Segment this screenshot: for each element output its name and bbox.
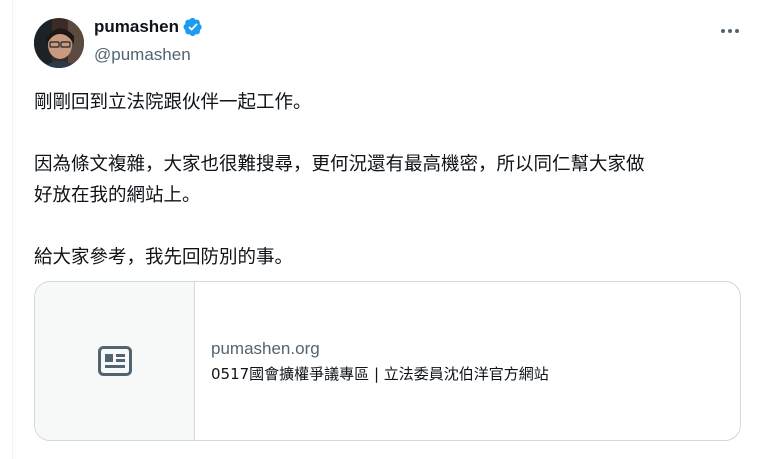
avatar[interactable] [34,18,84,68]
tweet-paragraph-2-line-2: 好放在我的網站上。 [34,185,201,206]
tweet-card: pumashen @pumashen 剛剛回到立法院跟伙伴一起工作。 因為條文複… [12,0,768,459]
link-card-thumbnail [35,282,195,440]
avatar-image [34,18,84,68]
tweet-paragraph-1: 剛剛回到立法院跟伙伴一起工作。 [34,92,312,113]
author-row: pumashen [94,17,203,37]
author-display-name[interactable]: pumashen [94,17,179,37]
verified-badge-icon[interactable] [183,17,203,37]
link-card-domain: pumashen.org [211,339,320,358]
link-card-body: pumashen.org 0517國會擴權爭議專區 | 立法委員沈伯洋官方網站 [195,282,740,440]
author-handle[interactable]: @pumashen [94,45,191,65]
more-options-button[interactable] [713,16,747,46]
link-preview-card[interactable]: pumashen.org 0517國會擴權爭議專區 | 立法委員沈伯洋官方網站 [34,281,741,441]
tweet-paragraph-2-line-1: 因為條文複雜，大家也很難搜尋，更何況還有最高機密，所以同仁幫大家做 [34,154,645,175]
tweet-text: 剛剛回到立法院跟伙伴一起工作。 因為條文複雜，大家也很難搜尋，更何況還有最高機密… [34,87,744,273]
article-icon [97,346,132,376]
link-card-title: 0517國會擴權爭議專區 | 立法委員沈伯洋官方網站 [211,365,549,383]
more-horizontal-icon [721,29,739,33]
tweet-paragraph-3: 給大家參考，我先回防別的事。 [34,247,294,268]
